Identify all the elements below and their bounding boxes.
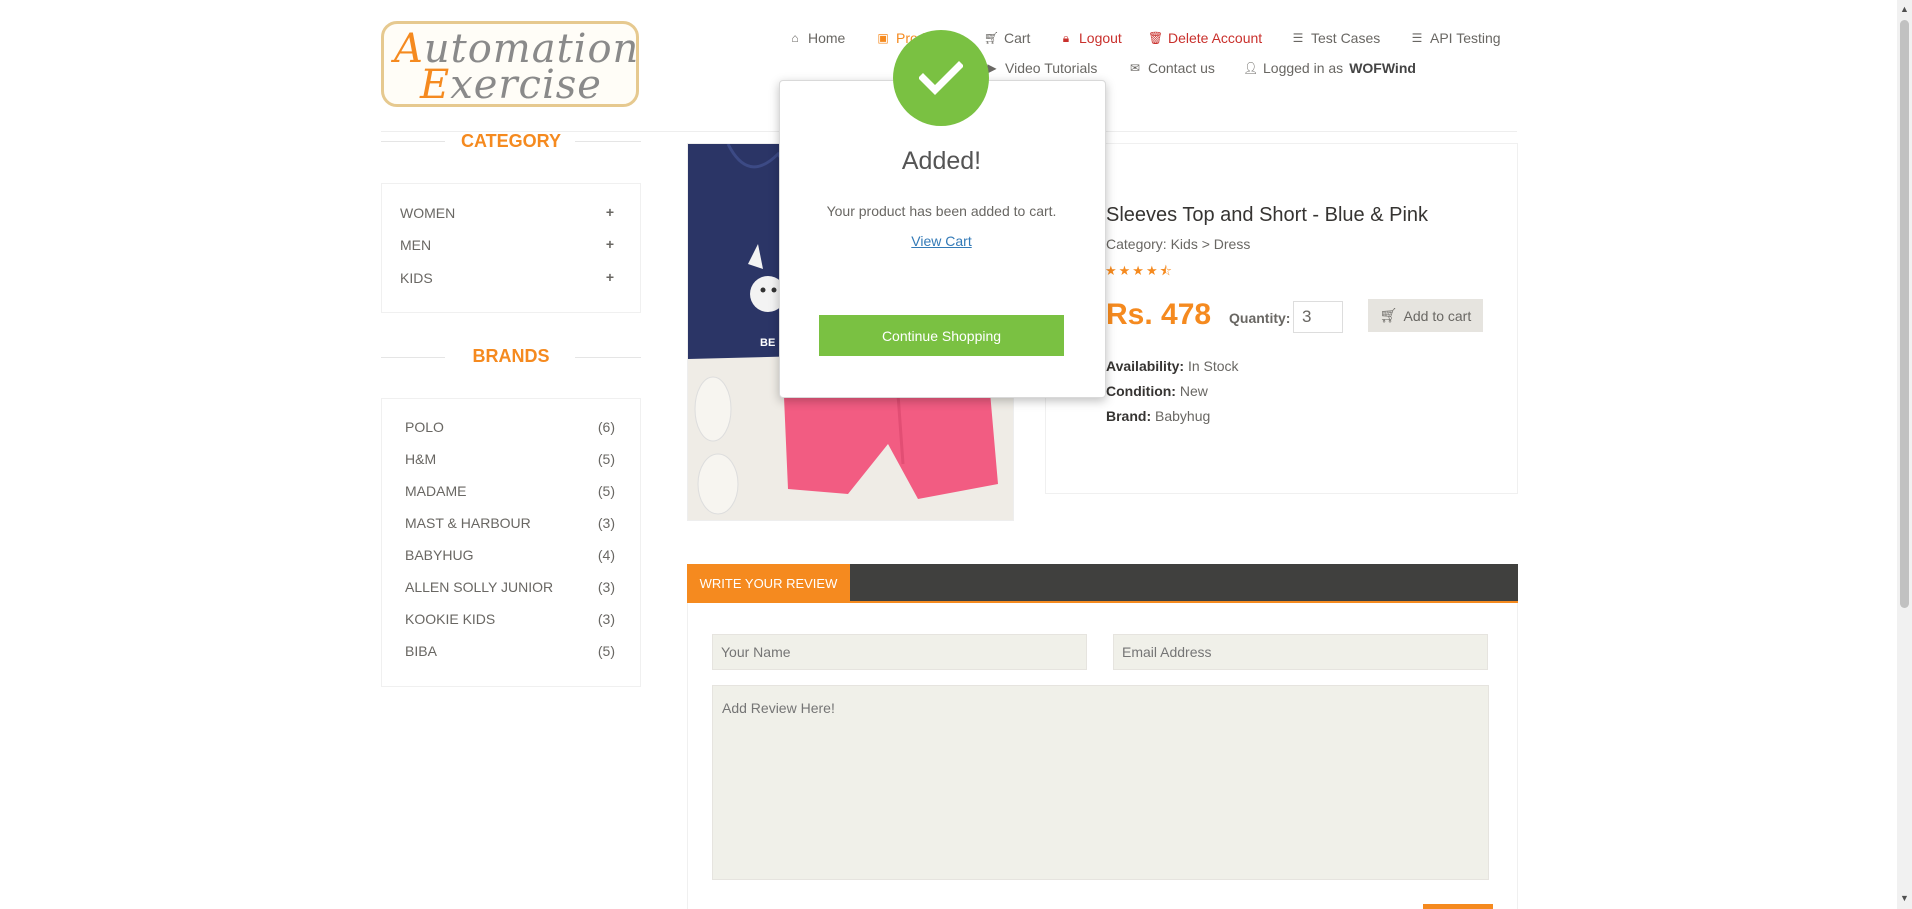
availability: Availability: In Stock <box>1106 358 1239 374</box>
checkmark-icon <box>919 61 963 95</box>
cart-icon: 🛒︎ <box>1379 307 1398 323</box>
product-price: Rs. 478 <box>1106 298 1212 331</box>
product-title: Sleeves Top and Short - Blue & Pink <box>1106 204 1429 226</box>
modal-title: Added! <box>901 147 982 175</box>
modal-message: Your product has been added to cart. <box>826 203 1057 219</box>
brand-count: (5) <box>597 643 615 659</box>
nav-delete-account[interactable]: 🗑︎ Delete Account <box>1148 30 1262 46</box>
add-to-cart-button[interactable]: 🛒︎ Add to cart <box>1368 299 1483 332</box>
brand-babyhug[interactable]: BABYHUG <box>405 547 473 563</box>
list-icon: ☰ <box>1411 31 1423 45</box>
brand-count: (5) <box>597 451 615 467</box>
expand-men-icon[interactable]: + <box>606 236 614 252</box>
rating-stars-icon: ★★★★⯪ <box>1105 263 1174 278</box>
brand-allen-solly-junior[interactable]: ALLEN SOLLY JUNIOR <box>405 579 553 595</box>
nav-contact-us[interactable]: ✉ Contact us <box>1128 60 1215 76</box>
category-men[interactable]: MEN <box>400 237 431 253</box>
condition: Condition: New <box>1106 383 1208 399</box>
review-email-input[interactable] <box>1113 634 1488 670</box>
brand-kookie-kids[interactable]: KOOKIE KIDS <box>405 611 495 627</box>
username: WOFWind <box>1349 60 1416 76</box>
logged-in-label: Logged in as <box>1263 60 1344 76</box>
brand-madame[interactable]: MADAME <box>405 483 466 499</box>
nav-cart-label: Cart <box>1004 30 1031 46</box>
logo-text-2: xercise <box>450 62 602 108</box>
brand-hm[interactable]: H&M <box>405 451 436 467</box>
continue-shopping-button[interactable]: Continue Shopping <box>819 315 1064 356</box>
submit-review-button[interactable] <box>1423 904 1493 909</box>
brand-count: (3) <box>597 611 615 627</box>
brand-count: (3) <box>597 515 615 531</box>
category-women[interactable]: WOMEN <box>400 205 455 221</box>
brand-polo[interactable]: POLO <box>405 419 444 435</box>
review-name-input[interactable] <box>712 634 1087 670</box>
view-cart-link[interactable]: View Cart <box>911 233 971 249</box>
svg-text:BE: BE <box>760 337 775 349</box>
nav-cart[interactable]: 🛒︎ Cart <box>984 30 1030 46</box>
condition-label: Condition: <box>1106 383 1176 399</box>
home-icon: ⌂ <box>791 31 799 45</box>
add-to-cart-label: Add to cart <box>1403 307 1472 324</box>
brand-count: (4) <box>597 547 615 563</box>
cart-icon: 🛒︎ <box>984 31 1000 45</box>
brand-count: (6) <box>597 419 615 435</box>
nav-video-label: Video Tutorials <box>1005 60 1098 76</box>
nav-logged-in: 👤︎ Logged in as WOFWind <box>1243 60 1416 76</box>
condition-value: New <box>1175 383 1208 399</box>
brand-value: Babyhug <box>1151 408 1211 424</box>
brands-panel: POLO (6) H&M (5) MADAME (5) MAST & HARBO… <box>381 398 641 687</box>
site-logo[interactable]: Automation Exercise <box>381 21 639 108</box>
products-icon: ▣ <box>877 31 889 45</box>
nav-home-label: Home <box>808 30 846 46</box>
brand-count: (3) <box>597 579 615 595</box>
trash-icon: 🗑︎ <box>1148 31 1164 45</box>
page-scrollbar[interactable]: ▲ ▼ <box>1897 0 1912 909</box>
review-text-input[interactable] <box>712 685 1489 880</box>
nav-api-label: API Testing <box>1430 30 1501 46</box>
quantity-input[interactable] <box>1293 301 1343 333</box>
nav-logout[interactable]: 🔒︎ Logout <box>1059 30 1122 46</box>
nav-contact-label: Contact us <box>1148 60 1215 76</box>
brand-mast-harbour[interactable]: MAST & HARBOUR <box>405 515 531 531</box>
expand-women-icon[interactable]: + <box>606 204 614 220</box>
page: Automation Exercise ⌂Home ▣Products 🛒︎Ca… <box>0 0 1912 909</box>
scroll-down-arrow-icon[interactable]: ▼ <box>1900 893 1909 903</box>
nav-logout-label: Logout <box>1079 30 1122 46</box>
scroll-thumb[interactable] <box>1900 20 1909 608</box>
category-kids[interactable]: KIDS <box>400 270 433 286</box>
user-icon: 👤︎ <box>1243 61 1259 75</box>
nav-delete-label: Delete Account <box>1168 30 1263 46</box>
view-cart-link-wrap: View Cart <box>779 233 1104 249</box>
brands-title: BRANDS <box>472 346 550 366</box>
lock-icon: 🔒︎ <box>1062 30 1070 45</box>
category-title: CATEGORY <box>460 131 561 151</box>
logo-cap-e: E <box>420 62 451 108</box>
envelope-icon: ✉ <box>1129 61 1141 75</box>
tab-write-review[interactable]: WRITE YOUR REVIEW <box>687 564 850 603</box>
brand-count: (5) <box>597 483 615 499</box>
nav-test-cases[interactable]: ☰ Test Cases <box>1291 30 1381 46</box>
brand-biba[interactable]: BIBA <box>405 643 437 659</box>
success-check-icon <box>893 30 989 126</box>
product-category: Category: Kids > Dress <box>1106 236 1251 252</box>
list-icon: ☰ <box>1292 31 1304 45</box>
availability-label: Availability: <box>1106 358 1185 374</box>
category-panel: WOMEN + MEN + KIDS + <box>381 183 641 313</box>
logo-line-2: Exercise <box>420 62 602 108</box>
nav-test-cases-label: Test Cases <box>1311 30 1381 46</box>
availability-value: In Stock <box>1184 358 1239 374</box>
nav-api-testing[interactable]: ☰ API Testing <box>1410 30 1501 46</box>
nav-video-tutorials[interactable]: ▶ Video Tutorials <box>985 60 1097 76</box>
quantity-label: Quantity: <box>1229 310 1291 326</box>
expand-kids-icon[interactable]: + <box>606 269 614 285</box>
brand-label: Brand: <box>1106 408 1152 424</box>
nav-home[interactable]: ⌂ Home <box>788 30 845 46</box>
scroll-up-arrow-icon[interactable]: ▲ <box>1900 4 1909 14</box>
brand: Brand: Babyhug <box>1106 408 1210 424</box>
